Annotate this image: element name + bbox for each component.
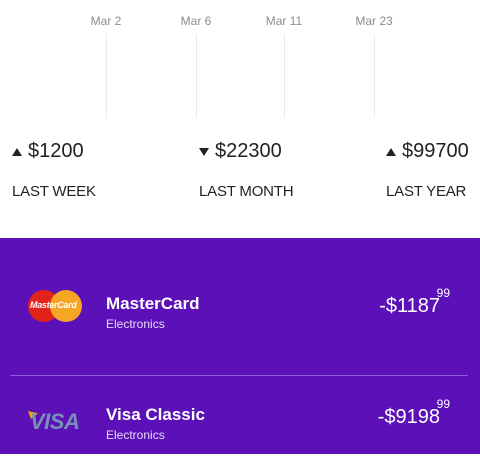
timeline-gridline xyxy=(196,34,197,118)
date-label: Mar 2 xyxy=(90,14,122,28)
stat-last-month[interactable]: $22300 LAST MONTH xyxy=(199,140,294,200)
trend-up-icon xyxy=(386,147,396,156)
stat-value: $22300 xyxy=(215,140,282,162)
mastercard-logo-icon: MasterCard xyxy=(28,288,84,324)
visa-logo-icon: VISA xyxy=(28,409,80,434)
transaction-category: Electronics xyxy=(106,428,165,442)
transaction-name: Visa Classic xyxy=(106,405,205,424)
transactions-panel: MasterCard MasterCard Electronics -$1187… xyxy=(0,238,480,454)
trend-down-icon xyxy=(199,147,209,156)
trend-up-icon xyxy=(12,147,22,156)
transaction-row-mastercard[interactable]: MasterCard MasterCard Electronics -$1187… xyxy=(0,258,480,358)
stat-value: $99700 xyxy=(402,140,469,162)
transaction-cents: 99 xyxy=(436,286,450,300)
stat-value: $1200 xyxy=(28,140,84,162)
timeline-gridline xyxy=(106,34,107,118)
date-label: Mar 23 xyxy=(355,14,393,28)
transaction-name: MasterCard xyxy=(106,294,200,313)
date-label: Mar 11 xyxy=(265,14,303,28)
date-label: Mar 6 xyxy=(180,14,212,28)
stat-label: LAST YEAR xyxy=(386,183,467,200)
timeline-gridline xyxy=(374,34,375,118)
stat-amount: $22300 xyxy=(199,140,293,163)
stat-label: LAST WEEK xyxy=(12,183,96,200)
transaction-category: Electronics xyxy=(106,317,165,331)
transaction-cents: 99 xyxy=(436,397,450,411)
stat-last-week[interactable]: $1200 LAST WEEK xyxy=(12,140,96,200)
timeline-gridline xyxy=(284,34,285,118)
stat-last-year[interactable]: $99700 LAST YEAR xyxy=(386,140,469,200)
transaction-amount: -$1187 xyxy=(379,295,440,317)
transaction-amount: -$9198 xyxy=(377,406,440,428)
stat-amount: $1200 xyxy=(12,140,96,163)
summary-section: Mar 2 Mar 6 Mar 11 Mar 23 $1200 LAST WEE… xyxy=(0,0,480,238)
stat-label: LAST MONTH xyxy=(199,183,294,200)
transaction-row-visa[interactable]: VISA Visa Classic Electronics -$9198 99 xyxy=(0,369,480,469)
stat-amount: $99700 xyxy=(386,140,469,163)
